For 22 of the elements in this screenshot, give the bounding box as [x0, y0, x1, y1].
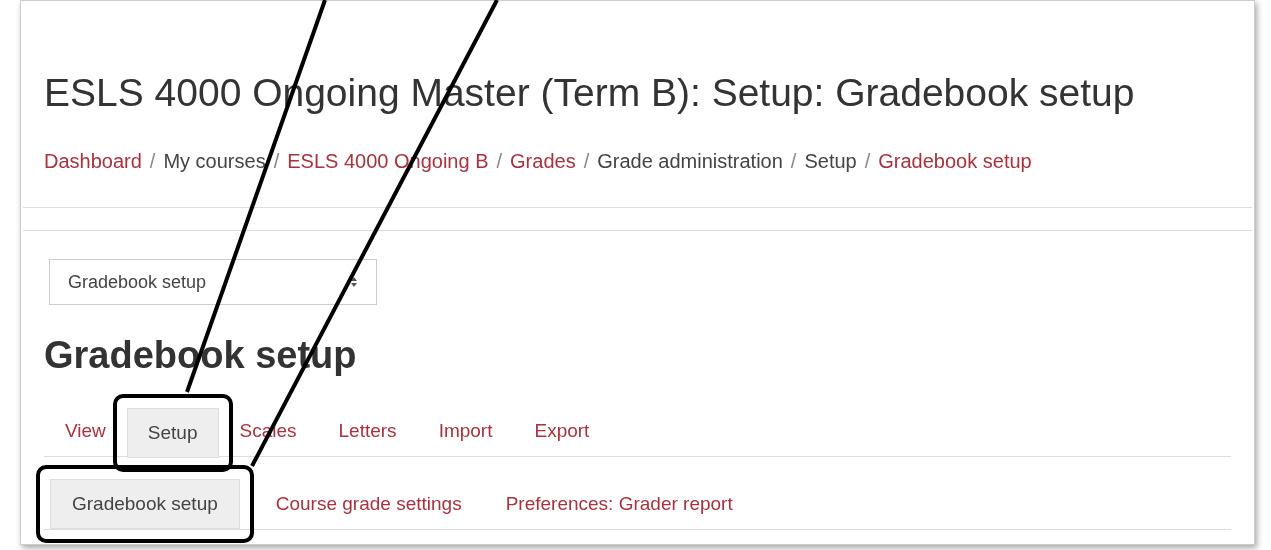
tab[interactable]: Preferences: Grader report: [483, 479, 755, 529]
breadcrumb-text: Setup: [804, 149, 857, 173]
tab[interactable]: Import: [417, 406, 514, 456]
gradebook-select[interactable]: Gradebook setup: [49, 259, 377, 305]
breadcrumb-separator: /: [148, 149, 157, 173]
breadcrumb-separator: /: [863, 149, 872, 173]
breadcrumb-link[interactable]: Grades: [510, 149, 576, 173]
breadcrumb-text: My courses: [163, 149, 266, 173]
breadcrumb-link[interactable]: Gradebook setup: [878, 149, 1032, 173]
breadcrumb-link[interactable]: Dashboard: [44, 149, 142, 173]
tab[interactable]: Setup: [126, 408, 219, 458]
tab[interactable]: Gradebook setup: [50, 479, 240, 529]
tab[interactable]: Letters: [317, 406, 418, 456]
tab[interactable]: Export: [513, 406, 611, 456]
tab[interactable]: Course grade settings: [253, 479, 484, 529]
breadcrumb-separator: /: [495, 149, 504, 173]
breadcrumb-separator: /: [789, 149, 798, 173]
breadcrumb-separator: /: [272, 149, 281, 173]
breadcrumb-separator: /: [582, 149, 591, 173]
select-arrows-icon: [350, 276, 358, 288]
tab[interactable]: View: [44, 406, 127, 456]
breadcrumb-text: Grade administration: [597, 149, 783, 173]
